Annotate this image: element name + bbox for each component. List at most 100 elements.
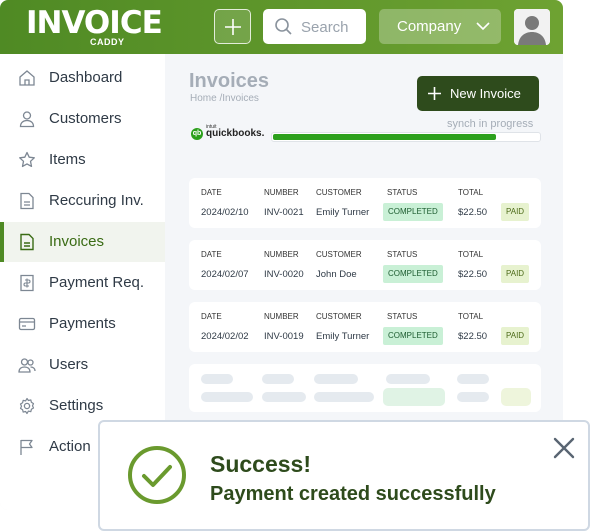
search-box[interactable]: Search xyxy=(263,9,366,44)
status-badge: COMPLETED xyxy=(383,327,443,345)
new-invoice-label: New Invoice xyxy=(450,86,521,101)
sidebar-item-label: Payment Req. xyxy=(49,274,145,291)
paid-badge: PAID xyxy=(501,203,530,221)
quickbooks-badge-icon: qb xyxy=(191,128,203,140)
skeleton-bar xyxy=(457,374,489,384)
column-header-number: NUMBER xyxy=(264,312,299,321)
invoice-number[interactable]: INV-0020 xyxy=(264,269,304,280)
sidebar-item-invoices[interactable]: Invoices xyxy=(0,222,165,262)
skeleton-bar xyxy=(262,392,306,402)
app-logo[interactable]: INVOICE xyxy=(26,6,163,40)
skeleton-bar xyxy=(201,392,253,402)
invoice-row[interactable]: DATE NUMBER CUSTOMER STATUS TOTAL 2024/0… xyxy=(189,178,541,228)
invoice-date: 2024/02/02 xyxy=(201,331,249,342)
toast-title: Success! xyxy=(210,451,312,477)
invoice-row[interactable]: DATE NUMBER CUSTOMER STATUS TOTAL 2024/0… xyxy=(189,240,541,290)
top-bar: INVOICE CADDY Search Company xyxy=(0,0,563,54)
sidebar-item-label: Payments xyxy=(49,315,116,332)
company-dropdown[interactable]: Company xyxy=(379,9,501,44)
sidebar-item-items[interactable]: Items xyxy=(0,140,165,180)
skeleton-bar xyxy=(386,374,430,384)
sidebar-item-label: Customers xyxy=(49,110,122,127)
home-icon xyxy=(19,70,35,86)
skeleton-bar xyxy=(201,374,233,384)
invoice-number[interactable]: INV-0021 xyxy=(264,207,304,218)
chevron-down-icon xyxy=(476,22,490,31)
sidebar-item-label: Reccuring Inv. xyxy=(49,192,144,209)
sidebar-item-dashboard[interactable]: Dashboard xyxy=(0,58,165,98)
column-header-total: TOTAL xyxy=(458,312,484,321)
user-avatar[interactable] xyxy=(514,9,550,45)
invoice-total: $22.50 xyxy=(458,331,488,342)
search-placeholder: Search xyxy=(301,19,349,36)
column-header-customer: CUSTOMER xyxy=(316,312,362,321)
sidebar-item-label: Invoices xyxy=(49,233,105,250)
quickbooks-name: quickbooks. xyxy=(206,128,265,139)
sidebar-item-payments[interactable]: Payments xyxy=(0,304,165,344)
invoice-total: $22.50 xyxy=(458,207,488,218)
column-header-date: DATE xyxy=(201,250,222,259)
sidebar-item-label: Action xyxy=(49,438,91,455)
status-badge: COMPLETED xyxy=(383,265,443,283)
invoice-icon xyxy=(20,233,34,251)
skeleton-bar xyxy=(383,388,445,406)
sidebar-item-recurring[interactable]: Reccuring Inv. xyxy=(0,181,165,221)
user-avatar-icon xyxy=(514,9,550,45)
new-invoice-button[interactable]: New Invoice xyxy=(417,76,539,111)
invoice-row[interactable]: DATE NUMBER CUSTOMER STATUS TOTAL 2024/0… xyxy=(189,302,541,352)
app-logo-subtitle: CADDY xyxy=(90,37,125,47)
search-icon xyxy=(275,18,292,35)
plus-icon xyxy=(428,87,441,100)
document-icon xyxy=(20,192,34,210)
invoice-date: 2024/02/10 xyxy=(201,207,249,218)
column-header-status: STATUS xyxy=(387,312,418,321)
gear-icon xyxy=(19,397,35,415)
column-header-number: NUMBER xyxy=(264,188,299,197)
card-icon xyxy=(18,317,36,331)
users-icon xyxy=(18,358,36,373)
flag-icon xyxy=(20,439,33,455)
sidebar-item-label: Users xyxy=(49,356,89,373)
column-header-number: NUMBER xyxy=(264,250,299,259)
column-header-status: STATUS xyxy=(387,188,418,197)
skeleton-bar xyxy=(457,392,489,402)
user-icon xyxy=(19,111,35,128)
invoice-customer: Emily Turner xyxy=(316,331,370,342)
close-icon[interactable] xyxy=(552,436,576,460)
sidebar-item-customers[interactable]: Customers xyxy=(0,99,165,139)
column-header-total: TOTAL xyxy=(458,188,484,197)
toast-message: Payment created successfully xyxy=(210,483,496,505)
breadcrumb[interactable]: Home /Invoices xyxy=(190,93,259,104)
invoice-total: $22.50 xyxy=(458,269,488,280)
invoice-customer: Emily Turner xyxy=(316,207,370,218)
skeleton-bar xyxy=(501,388,531,406)
column-header-customer: CUSTOMER xyxy=(316,188,362,197)
star-icon xyxy=(19,151,35,168)
sidebar-item-label: Settings xyxy=(49,397,104,414)
invoice-customer: John Doe xyxy=(316,269,357,280)
status-badge: COMPLETED xyxy=(383,203,443,221)
column-header-date: DATE xyxy=(201,188,222,197)
column-header-customer: CUSTOMER xyxy=(316,250,362,259)
sidebar-item-users[interactable]: Users xyxy=(0,345,165,385)
skeleton-bar xyxy=(262,374,294,384)
skeleton-bar xyxy=(314,374,358,384)
quick-add-button[interactable] xyxy=(214,9,251,44)
invoice-number[interactable]: INV-0019 xyxy=(264,331,304,342)
sync-progress-fill xyxy=(273,134,497,140)
company-label: Company xyxy=(397,18,462,35)
invoice-date: 2024/02/07 xyxy=(201,269,249,280)
plus-icon xyxy=(225,19,241,35)
column-header-total: TOTAL xyxy=(458,250,484,259)
paid-badge: PAID xyxy=(501,327,530,345)
success-toast: Success! Payment created successfully xyxy=(98,420,590,531)
sidebar-item-payment-requests[interactable]: Payment Req. xyxy=(0,263,165,303)
sidebar-item-label: Dashboard xyxy=(49,69,123,86)
page-title: Invoices xyxy=(189,70,270,92)
payment-request-icon xyxy=(20,274,34,292)
loading-row-skeleton xyxy=(189,364,541,412)
paid-badge: PAID xyxy=(501,265,530,283)
sidebar-item-label: Items xyxy=(49,151,86,168)
skeleton-bar xyxy=(314,392,374,402)
sync-status-text: synch in progress xyxy=(447,118,534,130)
